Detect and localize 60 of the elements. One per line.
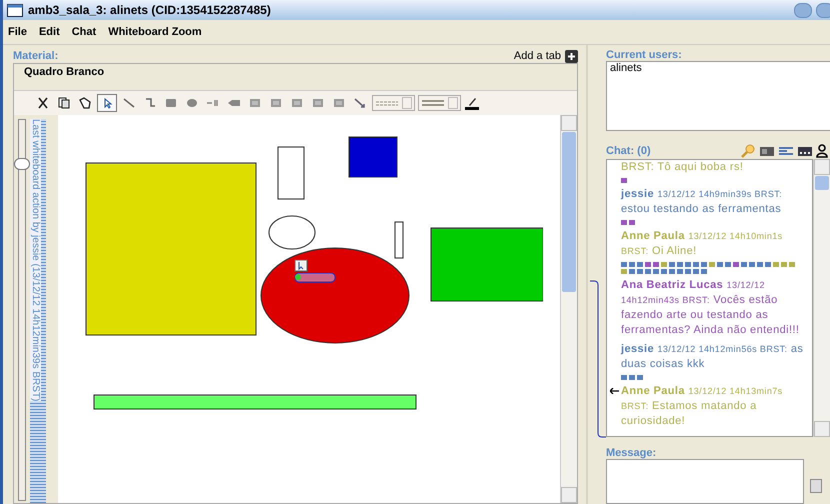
copy-icon (57, 97, 71, 109)
window-title: amb3_sala_3: alinets (CID:1354152287485) (28, 3, 272, 17)
cut-icon (36, 97, 50, 109)
whiteboard-tab[interactable]: Quadro Branco (14, 64, 577, 90)
chat-message: Ana Beatriz Lucas 13/12/12 14h12min43s BRST: Vocês estão fazendo arte ou testando as ferramentas? Ainda não entendi!!! (621, 278, 800, 338)
chat-message: BRST: Tô aqui boba rs! (621, 160, 744, 175)
caret-icon (402, 97, 412, 109)
chat-message: jessie 13/12/12 14h12min56s BRST: as duas coisas kkk (621, 342, 804, 372)
rectangle-shape[interactable] (278, 146, 304, 200)
message-label: Message: (606, 447, 658, 459)
selection-handle[interactable] (294, 272, 336, 282)
arrow-icon (353, 97, 367, 109)
menu-item[interactable]: Edit (38, 26, 61, 38)
img-icon (332, 97, 346, 109)
menu-item[interactable]: Chat (70, 26, 98, 38)
rect-icon (164, 97, 178, 109)
current-users-label: Current users: (606, 49, 683, 61)
list-icon[interactable] (778, 145, 794, 157)
link-icon (206, 97, 220, 109)
message-field[interactable] (606, 459, 804, 504)
maximize-button[interactable] (816, 2, 830, 18)
menu-item[interactable]: Whiteboard Zoom (107, 26, 203, 38)
chat-message: Anne Paula 13/12/12 14h13min7s BRST: Estamos matando a curiosidade! (621, 384, 784, 429)
line-width-icon (421, 99, 445, 107)
material-label: Material: (13, 50, 58, 62)
minimize-button[interactable] (794, 2, 812, 18)
user-item[interactable]: alinets (607, 62, 830, 74)
person-icon[interactable] (816, 144, 828, 158)
rectangle-shape[interactable] (94, 394, 416, 410)
caret-icon (448, 97, 458, 109)
menu-item[interactable]: File (7, 26, 28, 38)
layout-icon[interactable] (759, 145, 775, 157)
pointer-tool[interactable] (97, 94, 117, 112)
line-width-dropdown[interactable] (418, 95, 461, 111)
window-icon (7, 4, 23, 16)
ellipse-shape[interactable] (260, 248, 410, 344)
line-style-dropdown[interactable] (372, 95, 415, 111)
chat-label: Chat: (0) (606, 145, 651, 157)
plus-icon (565, 50, 578, 62)
line-icon (122, 97, 136, 109)
more-icon[interactable] (797, 145, 813, 157)
last-action-text: Last whiteboard action by jessie (13/12/12 14h12min39s BRST) (30, 119, 41, 402)
pointer-icon (294, 260, 308, 272)
dashed-line-icon (375, 99, 399, 107)
chat-message: Anne Paula 13/12/12 14h10min1s BRST: Oi Aline! (621, 229, 784, 259)
img-icon (248, 97, 262, 109)
pen-color-icon (464, 96, 480, 110)
img-icon (290, 97, 304, 109)
ellipse-icon (185, 97, 199, 109)
connector-icon (143, 97, 157, 109)
rectangle-shape[interactable] (86, 162, 256, 336)
img-icon (311, 97, 325, 109)
img-icon (269, 97, 283, 109)
chat-scroll-bar[interactable] (813, 159, 830, 437)
send-button[interactable] (810, 479, 822, 493)
chat-message: jessie 13/12/12 14h9min39s BRST: estou testando as ferramentas (621, 187, 784, 217)
rectangle-shape[interactable] (394, 222, 404, 258)
ellipse-shape[interactable] (268, 216, 316, 250)
scroll-bar[interactable] (560, 115, 577, 503)
add-tab-button[interactable]: Add a tab (514, 50, 578, 62)
